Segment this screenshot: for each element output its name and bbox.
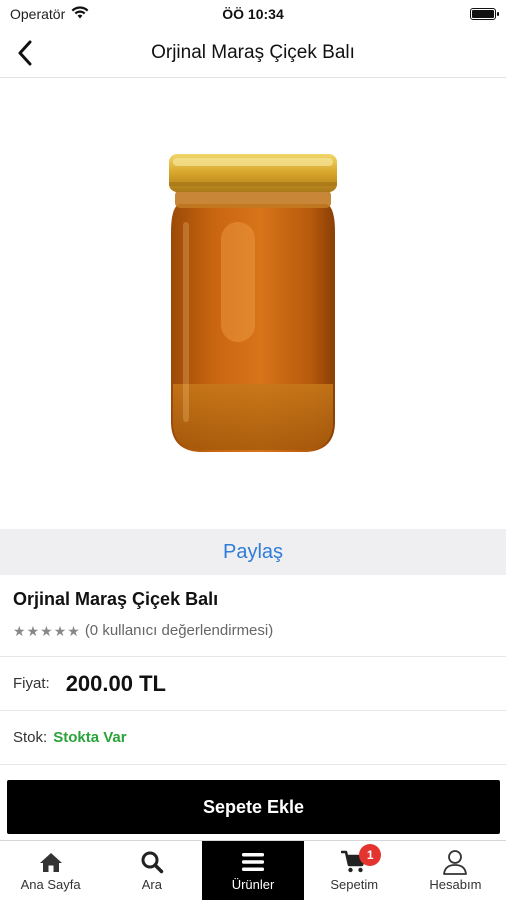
status-bar: Operatör ÖÖ 10:34 bbox=[0, 0, 506, 28]
search-icon bbox=[140, 850, 164, 874]
tab-label: Ara bbox=[141, 876, 162, 892]
honey-jar-image bbox=[169, 153, 337, 452]
price-label: Fiyat: bbox=[13, 675, 50, 692]
star-icon: ★ bbox=[13, 622, 26, 639]
status-left: Operatör bbox=[10, 6, 89, 22]
star-icon: ★ bbox=[53, 622, 67, 639]
cart-badge: 1 bbox=[359, 843, 382, 866]
rating-count: (0 kullanıcı değerlendirmesi) bbox=[84, 622, 274, 639]
tab-account[interactable]: Hesabım bbox=[405, 841, 506, 900]
cart-icon: 1 bbox=[341, 843, 382, 874]
stock-value: Stokta Var bbox=[53, 729, 127, 746]
battery-icon bbox=[470, 8, 499, 20]
stock-label: Stok: bbox=[13, 729, 48, 746]
carrier-label: Operatör bbox=[10, 6, 66, 22]
stock-row: Stok: Stokta Var bbox=[0, 711, 506, 765]
tab-bar: Ana Sayfa Ara Ürünler 1 Sepetim Hesabım bbox=[0, 840, 506, 900]
share-link[interactable]: Paylaş bbox=[223, 541, 283, 564]
star-icon: ★ bbox=[40, 622, 53, 639]
price-row: Fiyat: 200.00 TL bbox=[0, 657, 506, 711]
nav-bar: Orjinal Maraş Çiçek Balı bbox=[0, 28, 506, 78]
star-icon: ★ bbox=[67, 622, 80, 639]
rating-row: ★ ★ ★ ★ ★ (0 kullanıcı değerlendirmesi) bbox=[13, 622, 493, 639]
product-info: Orjinal Maraş Çiçek Balı ★ ★ ★ ★ ★ (0 ku… bbox=[0, 575, 506, 657]
product-name: Orjinal Maraş Çiçek Balı bbox=[13, 589, 219, 609]
rating-stars[interactable]: ★ ★ ★ ★ ★ bbox=[13, 624, 80, 638]
product-image[interactable] bbox=[0, 79, 506, 529]
tab-label: Ürünler bbox=[231, 876, 275, 892]
home-icon bbox=[39, 850, 63, 874]
user-icon bbox=[442, 849, 468, 875]
tab-label: Sepetim bbox=[330, 876, 379, 892]
tab-home[interactable]: Ana Sayfa bbox=[0, 841, 101, 900]
tab-search[interactable]: Ara bbox=[101, 841, 202, 900]
back-button[interactable] bbox=[8, 36, 42, 70]
price-value: 200.00 TL bbox=[65, 670, 166, 696]
share-bar: Paylaş bbox=[0, 529, 506, 575]
chevron-left-icon bbox=[18, 40, 32, 66]
star-icon: ★ bbox=[26, 622, 40, 639]
tab-label: Ana Sayfa bbox=[20, 876, 81, 892]
tab-products[interactable]: Ürünler bbox=[202, 841, 304, 900]
menu-icon bbox=[241, 850, 265, 874]
wifi-icon bbox=[71, 6, 89, 22]
tab-cart[interactable]: 1 Sepetim bbox=[304, 841, 405, 900]
add-to-cart-button[interactable]: Sepete Ekle bbox=[7, 780, 500, 834]
page-title: Orjinal Maraş Çiçek Balı bbox=[151, 41, 355, 63]
tab-label: Hesabım bbox=[429, 876, 482, 892]
